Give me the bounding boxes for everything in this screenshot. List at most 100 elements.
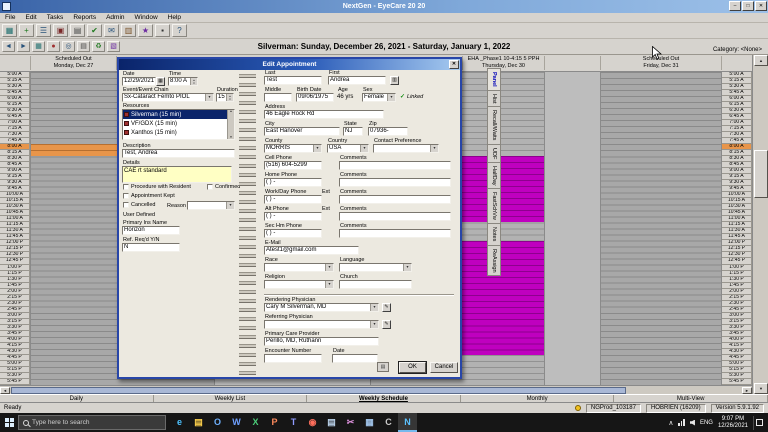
action-center-icon[interactable] (753, 415, 765, 430)
linked-checkbox[interactable]: ✓ Linked (400, 94, 423, 100)
time-input[interactable]: 8:00 A (168, 77, 198, 86)
start-button[interactable] (0, 413, 18, 432)
mail-icon[interactable]: ✉ (104, 24, 119, 37)
ref-req-input[interactable]: N (122, 243, 180, 252)
cell-phone-input[interactable]: (516) 604-5299 (264, 161, 322, 170)
scroll-right-icon[interactable] (742, 387, 752, 394)
menu-file[interactable]: File (0, 13, 20, 23)
duration-input[interactable]: 15 (216, 93, 234, 102)
view-tab-daily[interactable]: Daily (0, 395, 154, 402)
taskbar-clock[interactable]: 9:07 PM 12/26/2021 (718, 416, 748, 430)
birth-date-input[interactable]: 09/06/1975 (296, 93, 334, 102)
cancel-button[interactable]: Cancel (430, 362, 458, 373)
legend-icon[interactable]: ▧ (107, 41, 120, 52)
tasks-icon[interactable]: ✔ (87, 24, 102, 37)
referring-physician-select[interactable] (264, 320, 379, 329)
hidden-icons-caret-icon[interactable]: ∧ (668, 419, 673, 427)
procedure-with-resident-checkbox[interactable]: Procedure with Resident (123, 184, 191, 190)
nextgen-icon[interactable]: N (398, 413, 417, 432)
patient-info-icon[interactable]: ▣ (53, 24, 68, 37)
menu-reports[interactable]: Reports (68, 13, 101, 23)
contact-preference-select[interactable] (373, 144, 439, 153)
home-phone-comments-input[interactable] (339, 178, 451, 187)
pcp-input[interactable]: Perillo, MD, Ruthann (264, 337, 379, 346)
resource-item-xanthos-15-min[interactable]: Xanthos (15 min) (123, 128, 227, 137)
religion-select[interactable] (264, 280, 334, 289)
calendar-icon[interactable]: ▦ (32, 41, 45, 52)
scroll-down-icon[interactable] (754, 383, 768, 394)
dialog-close-button[interactable] (449, 60, 459, 69)
find-patient-icon[interactable]: ☰ (36, 24, 51, 37)
sec-hm-phone-input[interactable]: ( ) - (264, 229, 322, 238)
notepad-icon[interactable]: ▤ (322, 413, 341, 432)
help-icon[interactable]: ? (172, 24, 187, 37)
vertical-scroll-thumb[interactable] (754, 150, 768, 198)
middle-name-input[interactable] (264, 93, 292, 102)
citrix-icon[interactable]: C (379, 413, 398, 432)
work-day-phone-comments-input[interactable] (339, 195, 451, 204)
resource-item-silverman-15-min[interactable]: Silverman (15 min) (123, 110, 227, 119)
print-icon[interactable] (377, 362, 389, 372)
alt-phone-input[interactable]: ( ) - (264, 212, 322, 221)
side-tab-udf[interactable]: UDF (487, 144, 501, 163)
chrome-icon[interactable]: ◉ (303, 413, 322, 432)
print-schedule-icon[interactable]: ▤ (77, 41, 90, 52)
email-input[interactable]: Atest1@gmail.com (264, 246, 359, 255)
sex-select[interactable]: Female (362, 93, 396, 102)
next-week-icon[interactable]: ► (17, 41, 30, 52)
new-appointment-icon[interactable]: + (19, 24, 34, 37)
vertical-scrollbar[interactable] (752, 55, 768, 394)
admin-icon[interactable]: ★ (138, 24, 153, 37)
appointment-kept-checkbox[interactable]: Appointment Kept (123, 193, 175, 199)
side-tab-hist[interactable]: Hist (487, 90, 501, 108)
file-explorer-icon[interactable]: ▤ (189, 413, 208, 432)
side-tab-halfday[interactable]: HalfDay (487, 162, 501, 190)
date-input[interactable]: 12/29/2021 (122, 77, 156, 86)
calendar-picker-button[interactable] (156, 77, 165, 86)
excel-icon[interactable]: X (246, 413, 265, 432)
cancelled-checkbox[interactable]: Cancelled (123, 202, 155, 208)
language-select[interactable] (339, 263, 412, 272)
volume-icon[interactable] (689, 419, 695, 426)
side-tab-fastschvw[interactable]: FastSchVw (487, 189, 501, 225)
church-input[interactable] (339, 280, 412, 289)
sec-hm-phone-comments-input[interactable] (339, 229, 451, 238)
rendering-physician-select[interactable]: Cary M Silverman, MD (264, 303, 379, 312)
column-header-thursday[interactable]: EHA _Phase1 10-4:15 5 PPH Thursday, Dec … (462, 56, 545, 70)
city-input[interactable]: East Hanover (264, 127, 340, 136)
outlook-icon[interactable]: O (208, 413, 227, 432)
country-select[interactable]: USA (327, 144, 369, 153)
patient-lookup-button[interactable] (390, 76, 399, 85)
last-name-input[interactable]: Test (264, 76, 322, 85)
menu-admin[interactable]: Admin (101, 13, 129, 23)
encounter-date-input[interactable] (332, 354, 378, 363)
appointment-book-icon[interactable]: ▦ (2, 24, 17, 37)
side-tab-recall-waits[interactable]: Recall/Waits (487, 107, 501, 145)
county-select[interactable]: MORRIS (264, 144, 322, 153)
maximize-button[interactable] (742, 1, 754, 11)
scroll-up-icon[interactable] (754, 55, 768, 66)
reports-icon[interactable]: ▥ (121, 24, 136, 37)
horizontal-scrollbar[interactable] (0, 385, 752, 394)
resource-item-vf-gdx-15-min[interactable]: VF/GDX (15 min) (123, 119, 227, 128)
horizontal-scroll-thumb[interactable] (11, 387, 626, 394)
address-input[interactable]: 46 Eagle Rock Rd (264, 110, 384, 119)
refresh-icon[interactable]: ♻ (92, 41, 105, 52)
lock-icon[interactable]: ▪ (155, 24, 170, 37)
work-day-phone-input[interactable]: ( ) - (264, 195, 322, 204)
column-header-monday[interactable]: Scheduled Out Monday, Dec 27 (30, 56, 117, 70)
edit-rendering-button[interactable] (382, 303, 391, 312)
race-select[interactable] (264, 263, 334, 272)
view-tab-weekly-list[interactable]: Weekly List (154, 395, 308, 402)
find-slot-icon[interactable]: ◎ (62, 41, 75, 52)
time-slot-5-45-p[interactable]: 5:45 P (0, 378, 30, 385)
side-tab-notes[interactable]: Notes (487, 224, 501, 246)
edge-icon[interactable]: e (170, 413, 189, 432)
view-tab-multi-view[interactable]: Multi-View (614, 395, 768, 402)
close-button[interactable] (755, 1, 767, 11)
scroll-left-icon[interactable] (0, 387, 10, 394)
side-tab-reassign[interactable]: ReAssign (487, 245, 501, 277)
dialog-titlebar[interactable]: Edit Appointment (119, 59, 460, 70)
teams-icon[interactable]: T (284, 413, 303, 432)
menu-help[interactable]: Help (163, 13, 186, 23)
